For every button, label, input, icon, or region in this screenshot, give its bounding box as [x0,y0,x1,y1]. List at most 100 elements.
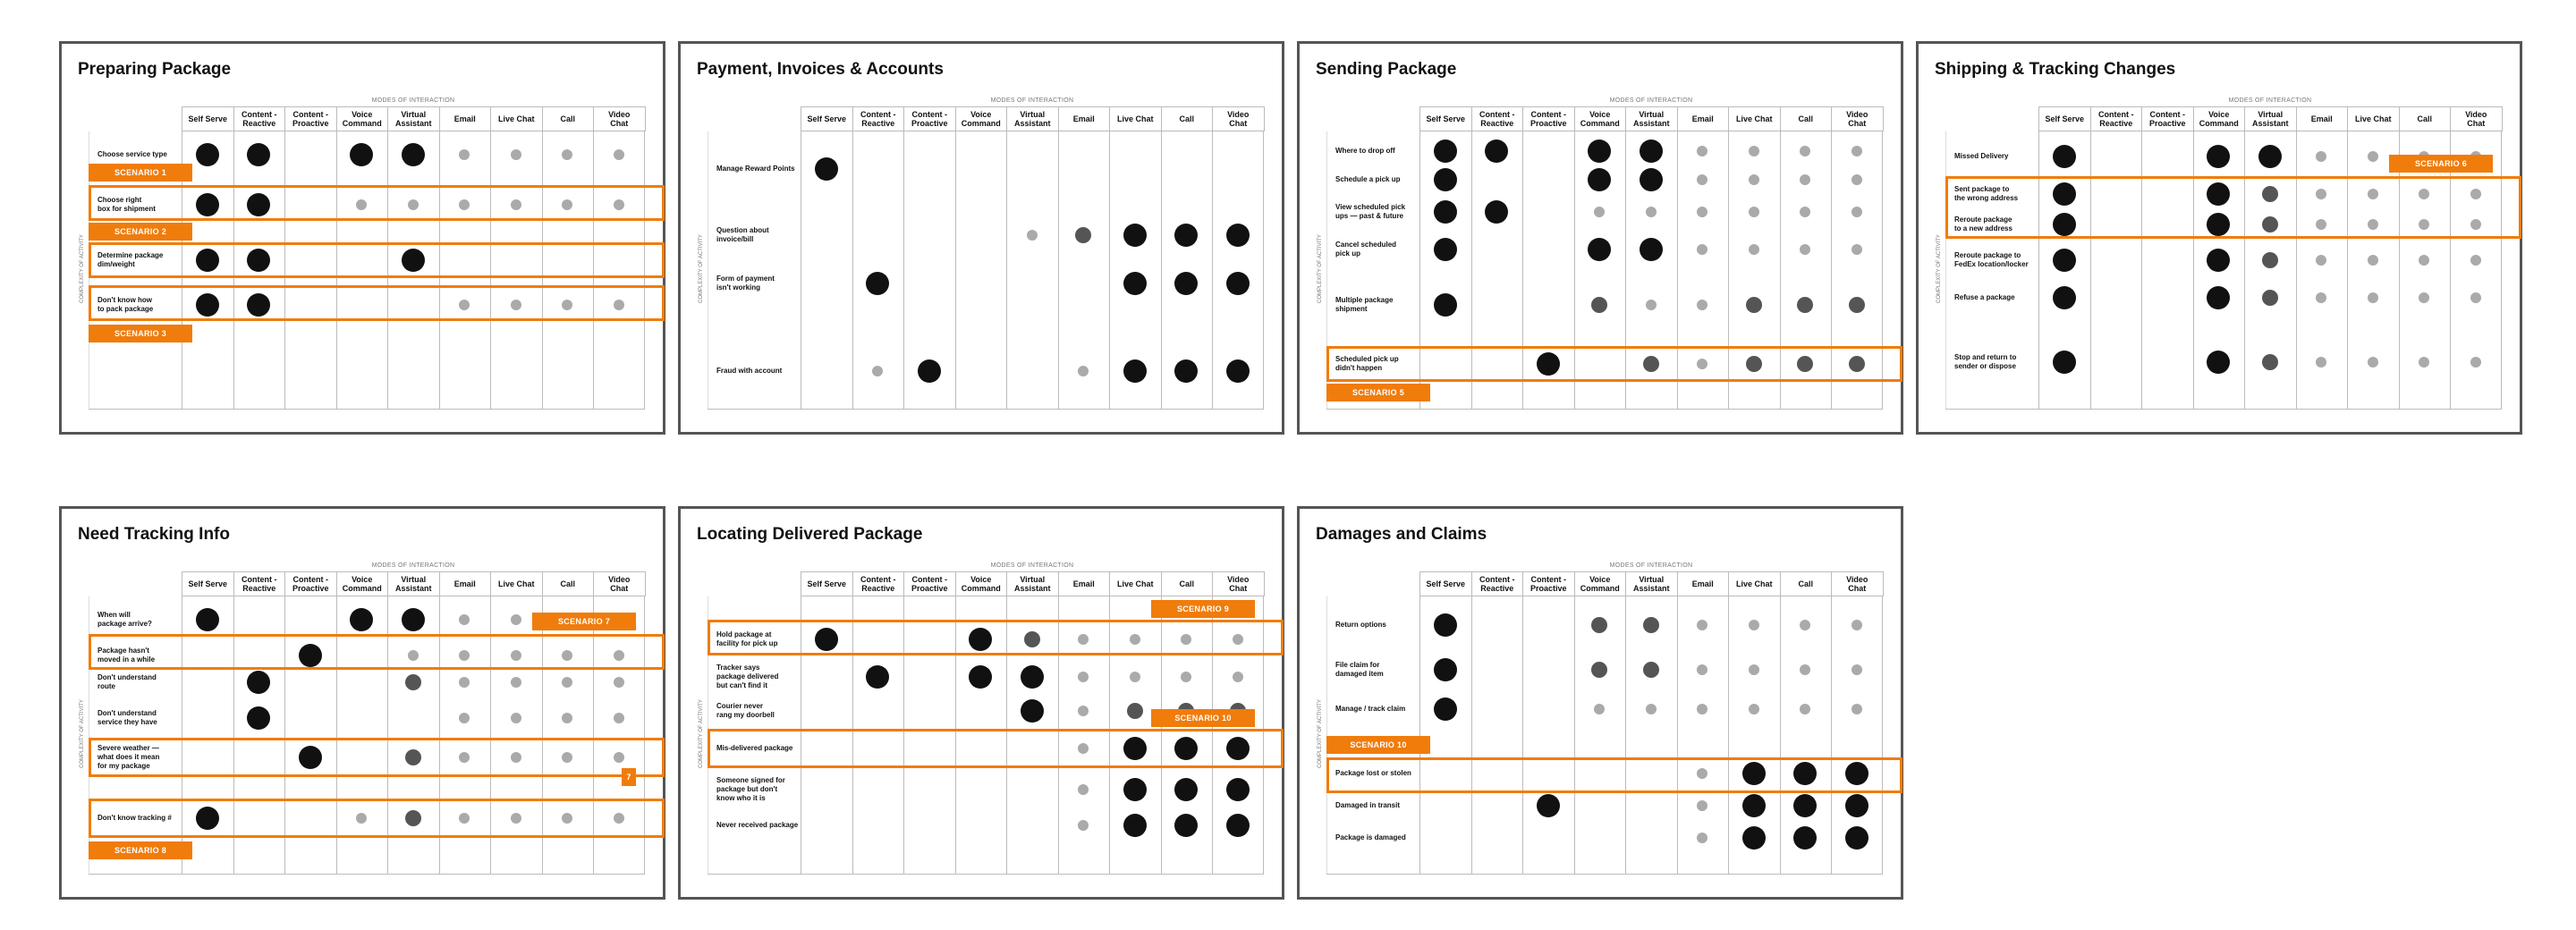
column-header: Content - Reactive [233,106,285,131]
row-label: Someone signed for package but don't kno… [716,776,785,802]
dot-small [1026,230,1038,241]
column-header-label: Live Chat [497,114,535,123]
dot-big [1123,814,1147,837]
scenario-tag: SCENARIO 8 [89,841,192,859]
column-header: Live Chat [1109,106,1162,131]
dot-big [2052,286,2076,309]
scenario-tag: SCENARIO 10 [1151,709,1255,727]
column-header: Content - Proactive [903,106,956,131]
column-header-label: Live Chat [2354,114,2392,123]
column-header: Content - Reactive [1470,106,1523,131]
column-header: Voice Command [954,106,1007,131]
dot-med [1642,662,1659,678]
dot-big [814,157,838,181]
column-line [1625,596,1677,874]
column-header-label: Self Serve [188,579,228,588]
panel-card: Shipping & Tracking Changes MODES OF INTE… [1916,41,2522,435]
column-header: Video Chat [1831,571,1884,596]
column-header-label: Virtual Assistant [394,575,432,593]
dot-big [1123,272,1147,295]
dot-big [1433,658,1457,681]
column-header-label: Call [1798,579,1813,588]
dot-big [1433,293,1457,317]
column-header-label: Video Chat [2465,110,2487,128]
column-header-label: Video Chat [1846,575,1868,593]
column-header: Voice Command [954,571,1007,596]
grid-bottom-line [1326,874,1883,875]
dot-small [1645,300,1657,310]
column-header-label: Email [1072,114,1095,123]
dot-med [1642,617,1659,633]
column-header-label: Content - Reactive [242,110,277,128]
dot-big [195,608,219,631]
dot-small [2367,255,2378,266]
column-header: Live Chat [1728,571,1781,596]
dot-med [1848,297,1865,313]
dot-small [1748,664,1759,675]
row-label: File claim for damaged item [1335,661,1384,678]
column-header: Virtual Assistant [1625,106,1678,131]
panel-card: Damages and Claims MODES OF INTERACTION CO… [1297,506,1903,900]
column-header: Live Chat [490,106,543,131]
dot-small [1748,244,1759,255]
column-header: Content - Proactive [284,571,337,596]
dot-small [1645,704,1657,714]
axis-label: COMPLEXITY OF ACTIVITY [1318,699,1323,768]
dot-small [1851,244,1862,255]
dot-small [510,677,521,688]
column-header-label: Voice Command [961,575,1001,593]
column-header: Email [1057,106,1110,131]
dot-small [1851,664,1862,675]
scenario-highlight [89,738,665,777]
dot-big [1225,778,1250,801]
column-header: Video Chat [1212,571,1265,596]
row-label: Where to drop off [1335,147,1395,155]
scenario-highlight [89,634,665,670]
dot-small [1851,146,1862,156]
column-header: Email [1676,571,1729,596]
column-header: Self Serve [2038,106,2091,131]
column-header: Live Chat [1109,571,1162,596]
dot-small [1748,704,1759,714]
column-header-label: Content - Reactive [242,575,277,593]
dot-big [195,143,219,166]
row-label: Form of payment isn't working [716,275,775,292]
column-header: Video Chat [593,571,646,596]
column-header: Voice Command [335,571,388,596]
dot-small [1851,174,1862,185]
scenario-highlight [708,620,1284,655]
column-header-label: Live Chat [1735,114,1773,123]
column-header: Call [1160,571,1213,596]
column-header-label: Self Serve [1426,114,1466,123]
row-label: Damaged in transit [1335,801,1401,809]
scenario-tag: SCENARIO 10 [1326,736,1430,754]
dot-big [1225,224,1250,247]
row-label: Multiple package shipment [1335,296,1394,313]
panel-title: Damages and Claims [1316,525,1487,544]
row-label: Tracker says package delivered but can't… [716,664,779,689]
panel-title: Shipping & Tracking Changes [1935,60,2176,79]
column-header-label: Video Chat [1227,110,1250,128]
dot-big [1020,665,1044,689]
column-header-label: Voice Command [1580,575,1620,593]
scenario-highlight [89,285,665,321]
column-header: Self Serve [182,106,234,131]
scenario-highlight [1945,176,2521,239]
dot-small [1645,207,1657,217]
row-label: Don't understand route [97,673,157,690]
dot-big [1639,238,1663,261]
column-header-label: Virtual Assistant [394,110,432,128]
dot-big [401,608,425,631]
modes-label: MODES OF INTERACTION [990,97,1074,104]
column-header-label: Self Serve [1426,579,1466,588]
row-label: Don't understand service they have [97,709,157,726]
column-header: Self Serve [1419,571,1472,596]
column-header: Self Serve [1419,106,1472,131]
dot-big [2052,145,2076,168]
dot-big [1123,359,1147,383]
grid-left-line [1326,596,1419,874]
dot-small [2470,255,2481,266]
column-header-label: Video Chat [1227,575,1250,593]
row-label: Question about invoice/bill [716,226,769,243]
dot-big [1123,778,1147,801]
